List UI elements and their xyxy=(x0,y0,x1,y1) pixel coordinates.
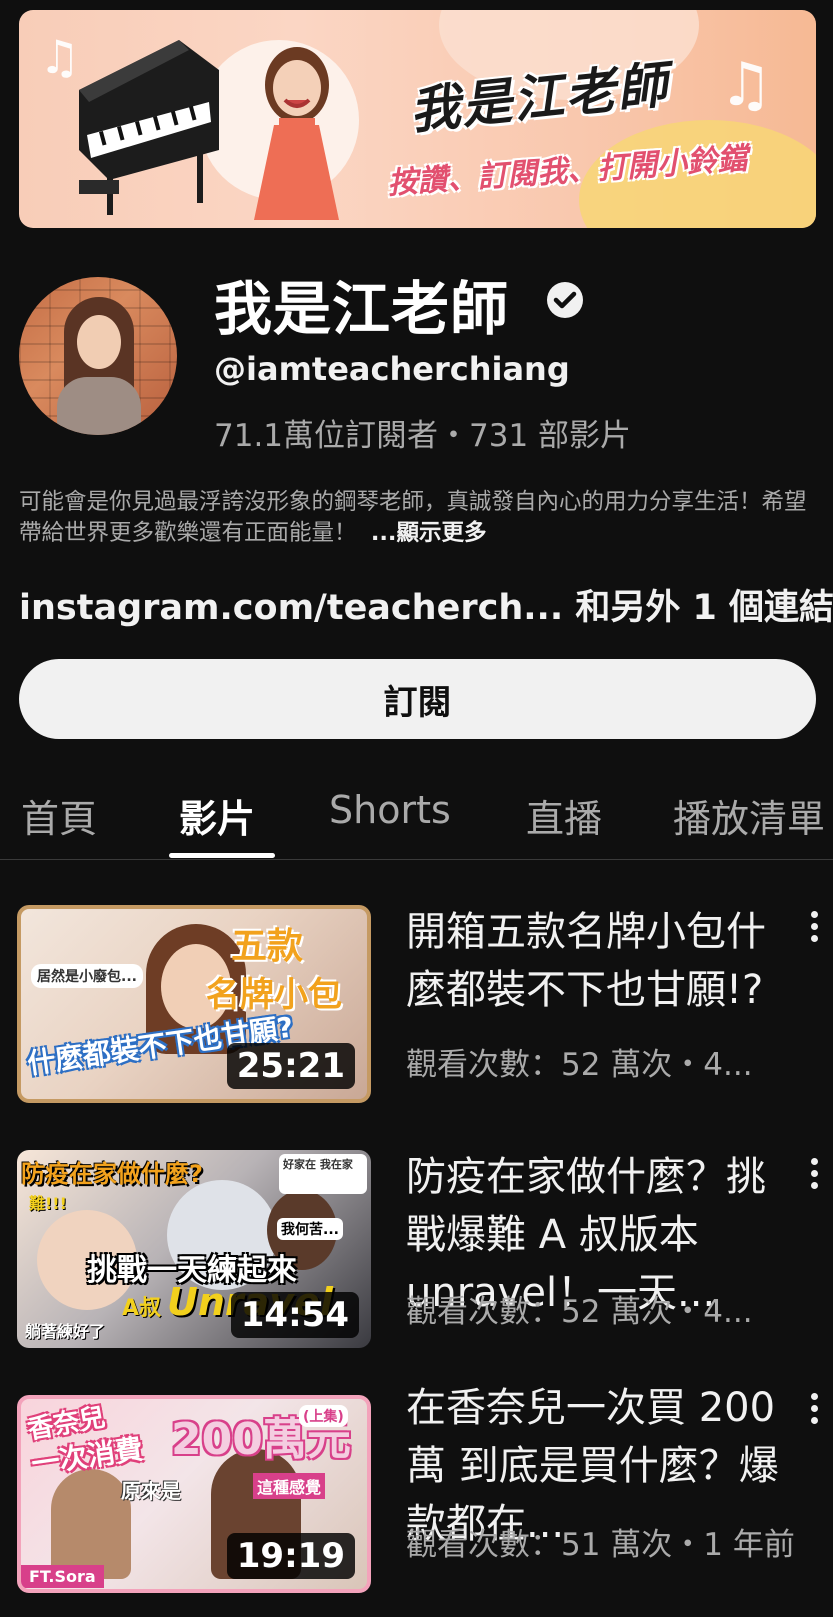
thumb-badge: 好家在 我在家 xyxy=(279,1154,367,1194)
more-vert-icon[interactable] xyxy=(805,1393,825,1429)
channel-name: 我是江老師 xyxy=(214,275,510,343)
video-meta: 觀看次數：52 萬次・4... xyxy=(406,1047,753,1083)
music-note-icon: ♫ xyxy=(719,50,773,120)
dancer-illustration xyxy=(254,47,339,220)
video-duration: 25:21 xyxy=(226,1043,355,1089)
thumb-caption: 我何苦... xyxy=(277,1218,343,1240)
channel-avatar[interactable] xyxy=(19,277,177,435)
tab-videos[interactable]: 影片 xyxy=(179,788,255,843)
video-duration: 19:19 xyxy=(226,1533,355,1579)
tab-shorts[interactable]: Shorts xyxy=(329,788,451,832)
thumb-caption: 防疫在家做什麼? xyxy=(21,1160,203,1188)
video-meta: 觀看次數：52 萬次・4... xyxy=(406,1294,753,1330)
piano-illustration xyxy=(79,40,219,215)
thumb-caption: (上集) xyxy=(299,1405,348,1427)
tab-playlists[interactable]: 播放清單 xyxy=(673,788,825,843)
thumb-caption: FT.Sora xyxy=(21,1565,104,1588)
subscribe-button[interactable]: 訂閱 xyxy=(19,659,816,739)
channel-handle: @iamteacherchiang xyxy=(214,350,570,388)
video-title[interactable]: 開箱五款名牌小包什麼都裝不下也甘願!? xyxy=(406,903,791,1019)
video-duration: 14:54 xyxy=(230,1292,359,1338)
channel-tabs: 首頁 影片 Shorts 直播 播放清單 xyxy=(0,770,833,860)
thumb-caption: 原來是 xyxy=(121,1479,181,1503)
thumb-caption: 躺著練好了 xyxy=(25,1322,106,1341)
active-tab-indicator xyxy=(169,853,275,858)
channel-description[interactable]: 可能會是你見過最浮誇沒形象的鋼琴老師，真誠發自內心的用力分享生活！希望帶給世界更… xyxy=(19,487,819,549)
video-thumbnail[interactable]: 香奈兒 一次消費 200萬元 (上集) 原來是 這種感覺 FT.Sora 19:… xyxy=(17,1395,371,1593)
video-thumbnail[interactable]: 防疫在家做什麼? 挑戰一天練起來 A叔 Unravel 躺著練好了 我何苦...… xyxy=(17,1150,371,1348)
channel-links[interactable]: instagram.com/teacherch... 和另外 1 個連結 xyxy=(19,579,833,630)
tab-home[interactable]: 首頁 xyxy=(21,788,97,843)
video-meta: 觀看次數：51 萬次・1 年前 xyxy=(406,1527,795,1563)
channel-stats: 71.1萬位訂閱者・731 部影片 xyxy=(214,418,632,454)
show-more-link[interactable]: ...顯示更多 xyxy=(371,520,487,546)
thumb-caption: 難!!! xyxy=(29,1194,67,1213)
video-thumbnail[interactable]: 五款 名牌小包 什麼都裝不下也甘願? 居然是小廢包... 25:21 xyxy=(17,905,371,1103)
thumb-caption: A叔 xyxy=(122,1296,162,1321)
more-vert-icon[interactable] xyxy=(805,911,825,947)
more-vert-icon[interactable] xyxy=(805,1158,825,1194)
verified-icon xyxy=(547,282,583,318)
banner-title: 我是江老師 xyxy=(407,55,672,141)
tab-live[interactable]: 直播 xyxy=(526,788,602,843)
channel-banner: ♫ ♪ ♫ 我是江老師 按讚、訂閱我、打開小鈴鐺 xyxy=(19,10,816,228)
thumb-caption: 五款 xyxy=(231,926,304,967)
thumb-caption: 居然是小廢包... xyxy=(31,964,143,988)
thumb-caption: 這種感覺 xyxy=(253,1473,326,1499)
